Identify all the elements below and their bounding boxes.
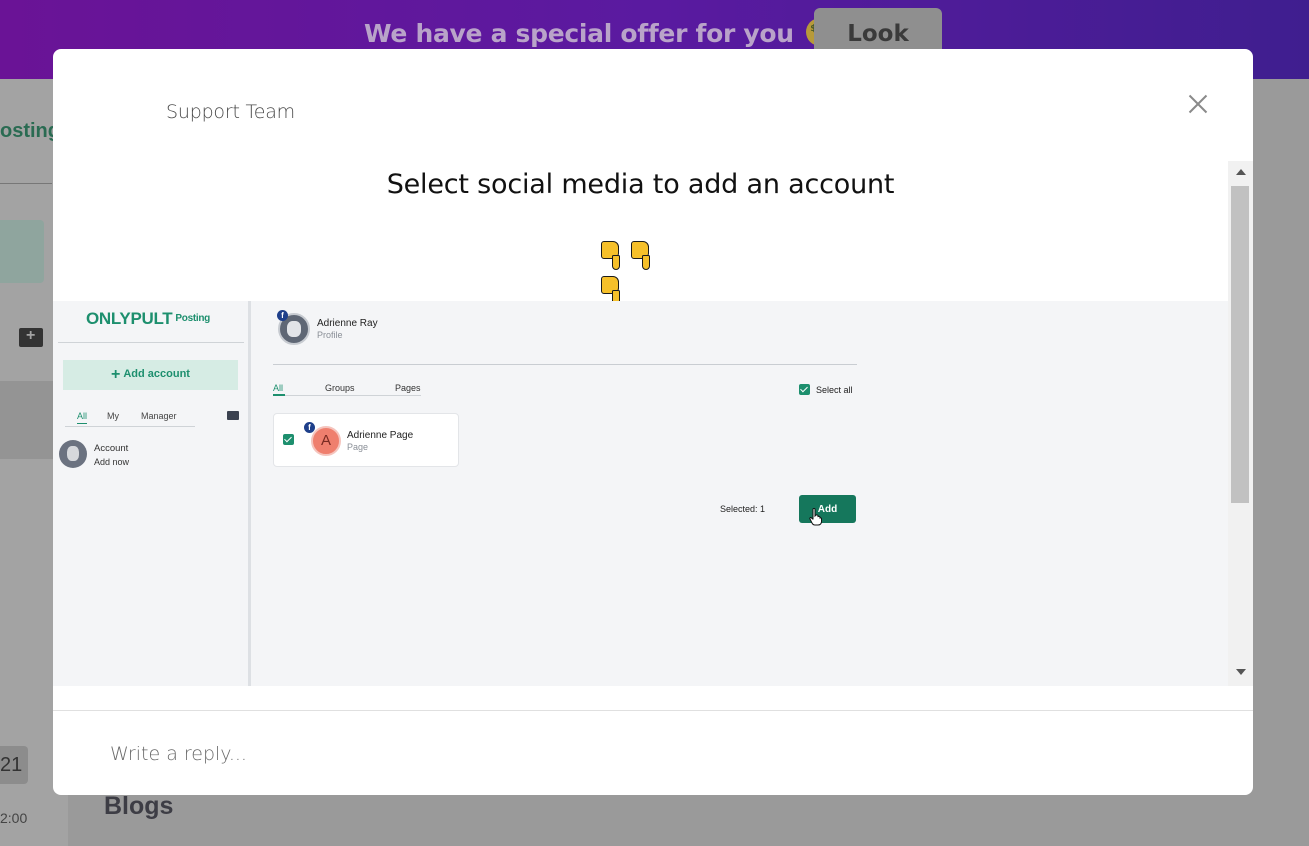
facebook-icon: f — [304, 422, 315, 433]
profile-type: Profile — [317, 330, 343, 340]
message-content: Select social media to add an account ON… — [53, 161, 1228, 686]
add-button: Add — [799, 495, 856, 523]
plus-icon: + — [111, 366, 121, 383]
hand-cursor-icon — [809, 508, 822, 526]
pointing-down-icon — [601, 241, 623, 271]
scroll-down-icon[interactable] — [1236, 669, 1246, 675]
background-blogs-heading: Blogs — [104, 792, 174, 820]
close-icon[interactable] — [1183, 89, 1213, 119]
page-avatar: A — [311, 426, 341, 456]
scroll-up-icon[interactable] — [1236, 169, 1246, 175]
avatar — [59, 440, 87, 468]
profile-name: Adrienne Ray — [317, 318, 378, 329]
add-account-button: + Add account — [63, 360, 238, 390]
pointing-down-icon — [631, 241, 653, 271]
account-name: Account — [94, 443, 129, 454]
account-sub: Add now — [94, 457, 130, 467]
page-name: Adrienne Page — [347, 430, 414, 441]
divider — [273, 364, 857, 365]
filter-tab-pages: Pages — [395, 383, 421, 393]
background-add-button — [0, 220, 44, 283]
active-tab-indicator — [273, 394, 285, 396]
facebook-icon: f — [277, 310, 288, 321]
background-date-chip: 21 — [0, 746, 28, 784]
select-all-checkbox — [799, 384, 810, 395]
background-posting-logo: osting — [0, 120, 60, 142]
tab-underline — [65, 426, 195, 427]
page-card: A f Adrienne Page Page — [273, 413, 459, 467]
modal-title: Support Team — [166, 101, 295, 123]
folder-add-icon — [227, 411, 239, 420]
tab-underline — [273, 395, 421, 396]
sidebar-tab-manager: Manager — [141, 411, 177, 421]
message-heading: Select social media to add an account — [386, 169, 895, 200]
promo-text: We have a special offer for you — [364, 18, 835, 48]
page-type: Page — [347, 442, 369, 452]
filter-tab-all: All — [273, 383, 284, 393]
scroll-thumb[interactable] — [1231, 186, 1249, 503]
selected-count: Selected: 1 — [720, 504, 766, 514]
pointer-emojis — [601, 241, 681, 305]
page-checkbox — [283, 434, 294, 445]
reply-divider — [53, 710, 1253, 711]
reply-input[interactable] — [83, 729, 1203, 779]
folder-add-icon — [19, 327, 43, 347]
onlypult-logo: ONLYPULT Posting — [86, 309, 210, 328]
filter-tab-groups: Groups — [325, 383, 355, 393]
sidebar-tab-my: My — [107, 411, 119, 421]
background-divider — [0, 183, 52, 184]
tutorial-screenshot: ONLYPULT Posting + Add account All My Mana… — [53, 301, 1228, 686]
screenshot-main: f Adrienne Ray Profile All Groups Pages … — [254, 301, 1228, 686]
sidebar-tab-all: All — [77, 411, 88, 424]
message-scrollbar[interactable] — [1228, 161, 1253, 686]
screenshot-sidebar: ONLYPULT Posting + Add account All My Mana… — [53, 301, 251, 686]
support-chat-modal: Support Team Select social media to add … — [53, 49, 1253, 795]
select-all-label: Select all — [816, 385, 853, 395]
divider — [58, 342, 244, 343]
background-time: 2:00 — [0, 810, 28, 826]
